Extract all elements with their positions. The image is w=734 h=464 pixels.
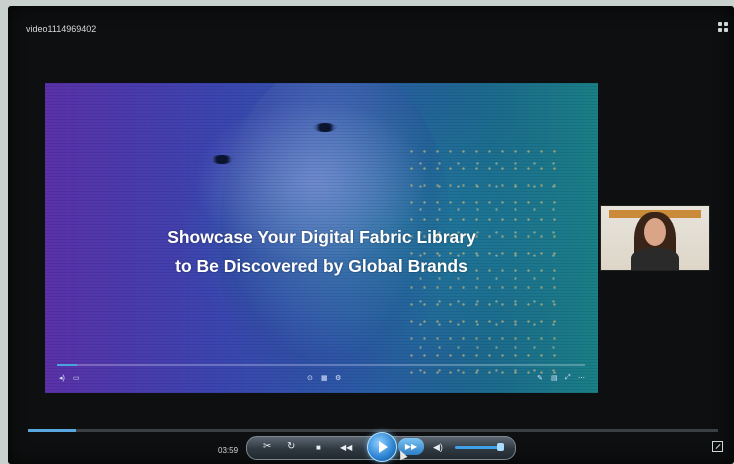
- inner-grid-icon[interactable]: ▦: [321, 374, 328, 382]
- grid-icon[interactable]: [718, 22, 730, 34]
- play-button[interactable]: [367, 432, 397, 462]
- slide-headline-line1: Showcase Your Digital Fabric Library: [167, 227, 476, 247]
- slide-headline-line2: to Be Discovered by Global Brands: [175, 256, 468, 276]
- inner-progress-fill: [57, 364, 77, 366]
- right-eye-graphic: [313, 123, 337, 132]
- play-icon: [379, 441, 388, 453]
- seek-bar[interactable]: [28, 429, 718, 432]
- participant-body-graphic: [631, 248, 679, 270]
- inner-volume-icon[interactable]: ◂): [59, 374, 65, 382]
- inner-pin-icon[interactable]: ⊙: [307, 374, 313, 382]
- inner-expand-icon[interactable]: ⤢: [565, 374, 571, 382]
- inner-settings-icon[interactable]: ⚙: [335, 374, 341, 382]
- inner-progress-bar[interactable]: [57, 364, 585, 366]
- fullscreen-icon[interactable]: [712, 441, 723, 452]
- volume-slider-knob[interactable]: [497, 443, 504, 451]
- left-eye-graphic: [210, 155, 234, 164]
- inner-edit-icon[interactable]: ✎: [537, 374, 543, 382]
- inner-caption-icon[interactable]: ▭: [73, 374, 80, 382]
- rewind-icon[interactable]: ◀◀: [340, 443, 352, 453]
- replay-icon[interactable]: ↻: [287, 442, 295, 452]
- fast-forward-icon: ▶▶: [404, 442, 418, 451]
- inner-more-icon[interactable]: ⋯: [578, 374, 585, 382]
- stop-icon[interactable]: ■: [316, 443, 321, 453]
- scissors-icon[interactable]: ✂: [263, 442, 271, 452]
- inner-layout-icon[interactable]: ▤: [551, 374, 558, 382]
- participant-video-tile[interactable]: [600, 205, 710, 271]
- speaker-icon[interactable]: ◀): [433, 442, 443, 452]
- video-stage[interactable]: Showcase Your Digital Fabric Library to …: [45, 83, 598, 393]
- elapsed-time: 03:59: [218, 446, 239, 455]
- participant-face-graphic: [644, 218, 666, 246]
- window-title: video1114969402: [26, 24, 97, 34]
- seek-bar-fill: [28, 429, 77, 432]
- volume-slider[interactable]: [455, 446, 503, 449]
